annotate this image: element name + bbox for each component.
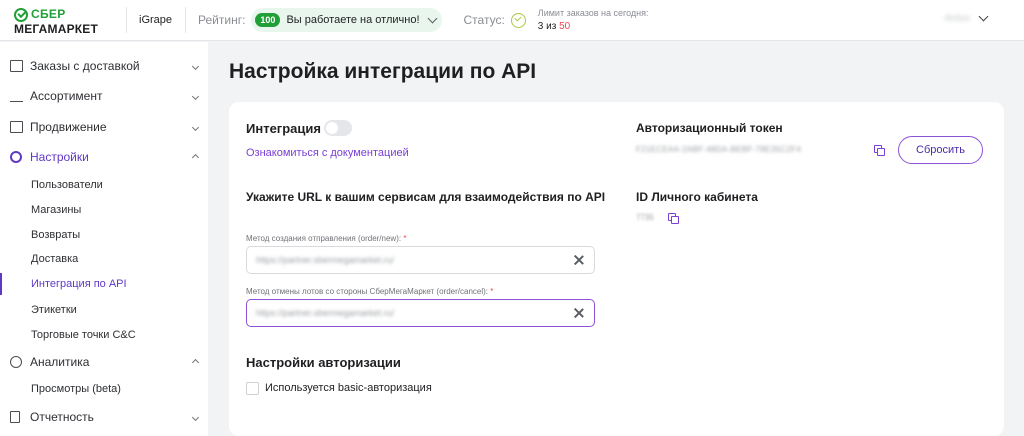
- order-cancel-url-input[interactable]: https://partner.sbermegamarket.ru/: [246, 299, 595, 327]
- user-name: Antox: [944, 13, 970, 24]
- clear-icon[interactable]: [573, 254, 585, 266]
- shop-name: iGrape: [139, 14, 173, 26]
- integration-toggle[interactable]: [324, 120, 352, 136]
- sidebar-item-assortment[interactable]: Ассортимент: [0, 89, 208, 103]
- sidebar-subitem-returns[interactable]: Возвраты: [31, 229, 80, 241]
- rating-text: Вы работаете на отлично!: [286, 14, 420, 26]
- chevron-down-icon: [191, 413, 200, 421]
- sidebar-subitem-labels[interactable]: Этикетки: [31, 304, 77, 316]
- order-limit: Лимит заказов на сегодня: 3 из 50: [538, 7, 649, 33]
- chevron-up-icon: [191, 153, 200, 161]
- chevron-down-icon: [191, 62, 200, 70]
- integration-label: Интеграция: [246, 121, 321, 136]
- limit-value: 3 из 50: [537, 21, 571, 32]
- sidebar-item-label: Настройки: [30, 150, 89, 164]
- truck-icon: [10, 60, 23, 72]
- toggle-knob: [326, 122, 338, 134]
- active-indicator: [0, 273, 2, 295]
- order-new-url-value: https://partner.sbermegamarket.ru/: [256, 255, 395, 265]
- logo-text-top: СБЕР: [31, 7, 66, 21]
- token-value: F21ECEAA-2ABF-48DA-BEBF-78E35C2F4: [636, 145, 802, 154]
- sidebar-item-label: Заказы с доставкой: [30, 59, 140, 73]
- promo-icon: [10, 121, 23, 133]
- order-new-label: Метод создания отправления (order/new): …: [246, 234, 407, 243]
- rating-score-badge: 100: [255, 13, 281, 27]
- sber-logo-icon: [14, 8, 28, 22]
- rating: Рейтинг: 100 Вы работаете на отлично!: [186, 8, 442, 32]
- gear-icon: [10, 151, 22, 163]
- rating-label: Рейтинг:: [198, 13, 246, 27]
- sidebar-subitem-api-integration[interactable]: Интеграция по API: [31, 278, 127, 290]
- status-label: Статус:: [463, 13, 505, 27]
- logo[interactable]: СБЕР МЕГАМАРКЕТ: [14, 5, 126, 36]
- limit-label: Лимит заказов на сегодня:: [537, 8, 649, 18]
- documentation-link[interactable]: Ознакомиться с документацией: [246, 147, 409, 159]
- copy-icon[interactable]: [668, 213, 679, 224]
- sidebar-item-label: Ассортимент: [30, 89, 103, 103]
- page-title: Настройка интеграции по API: [229, 60, 537, 83]
- cart-icon: [10, 90, 23, 102]
- reset-token-button[interactable]: Сбросить: [898, 136, 983, 164]
- order-cancel-url-value: https://partner.sbermegamarket.ru/: [256, 308, 395, 318]
- token-title: Авторизационный токен: [636, 121, 783, 135]
- sidebar-item-label: Отчетность: [30, 410, 94, 424]
- sidebar-subitem-shops[interactable]: Магазины: [31, 204, 81, 216]
- sidebar-item-settings[interactable]: Настройки: [0, 150, 208, 164]
- user-menu[interactable]: Antox: [944, 11, 989, 24]
- chevron-down-icon: [191, 92, 200, 100]
- sidebar-item-reports[interactable]: Отчетность: [0, 410, 208, 424]
- basic-auth-label[interactable]: Используется basic-авторизация: [265, 382, 432, 394]
- status: Статус:: [463, 12, 526, 28]
- chevron-down-icon: [427, 13, 437, 23]
- copy-icon[interactable]: [874, 145, 885, 156]
- top-header: СБЕР МЕГАМАРКЕТ iGrape Рейтинг: 100 Вы р…: [0, 0, 1024, 41]
- basic-auth-checkbox[interactable]: [246, 382, 259, 395]
- order-cancel-label: Метод отмены лотов со стороны СберМегаМа…: [246, 287, 494, 296]
- sidebar-subitem-users[interactable]: Пользователи: [31, 179, 103, 191]
- sidebar-subitem-views[interactable]: Просмотры (beta): [31, 383, 121, 395]
- rating-dropdown[interactable]: 100 Вы работаете на отлично!: [251, 8, 442, 32]
- chevron-down-icon: [191, 123, 200, 131]
- auth-section-title: Настройки авторизации: [246, 355, 401, 370]
- chevron-up-icon: [191, 358, 200, 366]
- sidebar: Заказы с доставкой Ассортимент Продвижен…: [0, 42, 208, 436]
- cabinet-id-title: ID Личного кабинета: [636, 190, 758, 204]
- order-new-url-input[interactable]: https://partner.sbermegamarket.ru/: [246, 246, 595, 274]
- document-icon: [10, 411, 20, 423]
- chevron-down-icon: [978, 11, 989, 21]
- sidebar-subitem-cc-points[interactable]: Торговые точки C&C: [31, 329, 136, 341]
- pie-chart-icon: [10, 356, 22, 368]
- api-settings-card: Интеграция Ознакомиться с документацией …: [229, 102, 1004, 436]
- sidebar-item-label: Аналитика: [30, 355, 90, 369]
- clear-icon[interactable]: [573, 307, 585, 319]
- sidebar-item-analytics[interactable]: Аналитика: [0, 355, 208, 369]
- limit-max: 50: [559, 21, 571, 32]
- url-section-title: Укажите URL к вашим сервисам для взаимод…: [246, 190, 606, 204]
- sidebar-item-promotion[interactable]: Продвижение: [0, 120, 208, 134]
- sidebar-item-orders[interactable]: Заказы с доставкой: [0, 59, 208, 73]
- cabinet-id-value: 7735: [636, 213, 654, 222]
- logo-text-bottom: МЕГАМАРКЕТ: [14, 22, 99, 36]
- check-circle-icon: [510, 12, 526, 28]
- sidebar-subitem-delivery[interactable]: Доставка: [31, 253, 78, 265]
- sidebar-item-label: Продвижение: [30, 120, 107, 134]
